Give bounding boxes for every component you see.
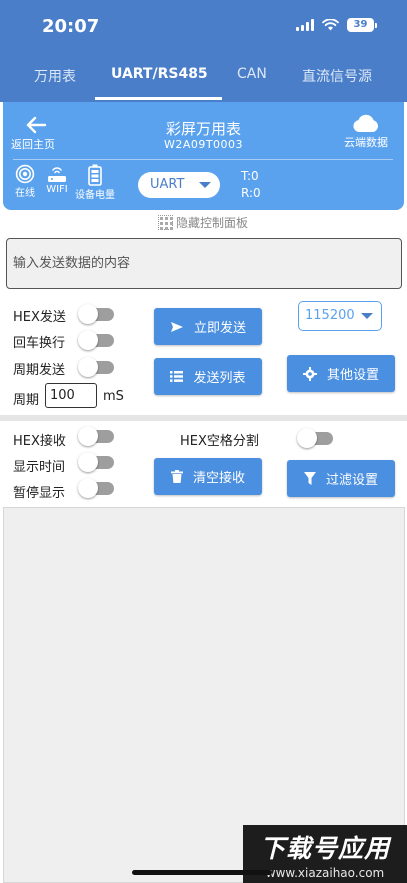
period-input[interactable] xyxy=(45,383,97,408)
mode-select-value: UART xyxy=(150,177,185,192)
hide-control-panel-button[interactable]: 隐藏控制面板 xyxy=(158,214,248,231)
phone-battery-level: 39 xyxy=(347,18,374,32)
gear-icon xyxy=(302,366,317,381)
clear-receive-label: 清空接收 xyxy=(192,471,245,486)
send-now-label: 立即发送 xyxy=(193,321,246,336)
caret-down-icon xyxy=(199,182,211,188)
other-settings-button[interactable]: 其他设置 xyxy=(287,355,395,392)
hex-receive-label: HEX接收 xyxy=(13,434,66,449)
clear-receive-button[interactable]: 清空接收 xyxy=(154,458,262,495)
periodic-send-label: 周期发送 xyxy=(13,363,66,378)
period-unit: mS xyxy=(103,389,124,404)
phone-battery-icon: 39 xyxy=(347,18,377,32)
watermark-main-text: 下载号应用 xyxy=(259,834,390,863)
status-time: 20:07 xyxy=(42,16,100,37)
tab-dc-signal-source[interactable]: 直流信号源 xyxy=(302,66,372,86)
device-battery-label: 设备电量 xyxy=(75,190,115,201)
filter-settings-label: 过滤设置 xyxy=(325,473,378,488)
grid-icon xyxy=(158,215,173,230)
trash-icon xyxy=(170,470,183,483)
baud-rate-value: 115200 xyxy=(305,308,355,323)
cellular-signal-icon xyxy=(296,19,314,31)
device-battery-status: 设备电量 xyxy=(75,164,115,201)
hide-control-panel-label: 隐藏控制面板 xyxy=(176,216,249,230)
status-bar: 20:07 39 xyxy=(0,0,407,50)
wifi-label: WIFI xyxy=(46,184,68,195)
hex-space-split-label: HEX空格分割 xyxy=(180,434,259,449)
online-signal-icon xyxy=(15,164,35,184)
online-label: 在线 xyxy=(15,188,35,199)
list-icon xyxy=(170,371,184,382)
app-screen: 20:07 39 万用表 UART/RS485 CAN 直流信号源 返回主页 彩… xyxy=(0,0,407,883)
router-icon xyxy=(48,167,66,182)
periodic-send-toggle[interactable] xyxy=(78,356,116,378)
pause-display-label: 暂停显示 xyxy=(13,486,66,501)
filter-settings-button[interactable]: 过滤设置 xyxy=(287,460,395,497)
wifi-status: WIFI xyxy=(46,164,68,195)
send-data-input[interactable] xyxy=(6,238,402,289)
tx-counter: T:0 xyxy=(241,169,259,183)
show-time-toggle[interactable] xyxy=(78,451,116,473)
hex-send-toggle[interactable] xyxy=(78,303,116,325)
mode-select[interactable]: UART xyxy=(138,172,220,198)
hex-receive-toggle[interactable] xyxy=(78,425,116,447)
show-time-label: 显示时间 xyxy=(13,460,66,475)
section-divider xyxy=(0,415,407,421)
cloud-data-label: 云端数据 xyxy=(344,136,388,149)
baud-rate-select[interactable]: 115200 xyxy=(298,301,382,331)
home-indicator xyxy=(132,870,272,875)
send-list-button[interactable]: 发送列表 xyxy=(154,358,262,395)
hex-send-label: HEX发送 xyxy=(13,310,66,325)
header-divider xyxy=(13,159,393,160)
send-icon xyxy=(170,321,183,332)
crlf-toggle[interactable] xyxy=(78,329,116,351)
hex-space-split-toggle[interactable] xyxy=(297,427,335,449)
device-header: 返回主页 彩屏万用表 W2A09T0003 云端数据 在线 WIFI 设备电量 … xyxy=(3,102,404,210)
rx-counter: R:0 xyxy=(241,186,261,200)
send-now-button[interactable]: 立即发送 xyxy=(154,308,262,345)
tab-bar: 万用表 UART/RS485 CAN 直流信号源 xyxy=(0,50,407,102)
crlf-label: 回车换行 xyxy=(13,336,66,351)
period-label: 周期 xyxy=(13,393,40,408)
tab-can[interactable]: CAN xyxy=(237,66,267,82)
cloud-data-button[interactable]: 云端数据 xyxy=(336,114,396,150)
online-status: 在线 xyxy=(15,164,35,199)
cloud-icon xyxy=(353,114,379,132)
send-list-label: 发送列表 xyxy=(193,371,246,386)
device-battery-icon xyxy=(88,164,102,186)
active-tab-indicator xyxy=(95,97,222,100)
caret-down-icon xyxy=(361,313,373,319)
status-icons: 39 xyxy=(296,18,377,32)
tab-multimeter[interactable]: 万用表 xyxy=(34,66,76,86)
wifi-icon xyxy=(322,19,339,31)
pause-display-toggle[interactable] xyxy=(78,477,116,499)
other-settings-label: 其他设置 xyxy=(326,368,379,383)
filter-icon xyxy=(303,472,316,485)
tab-uart-rs485[interactable]: UART/RS485 xyxy=(111,66,208,82)
